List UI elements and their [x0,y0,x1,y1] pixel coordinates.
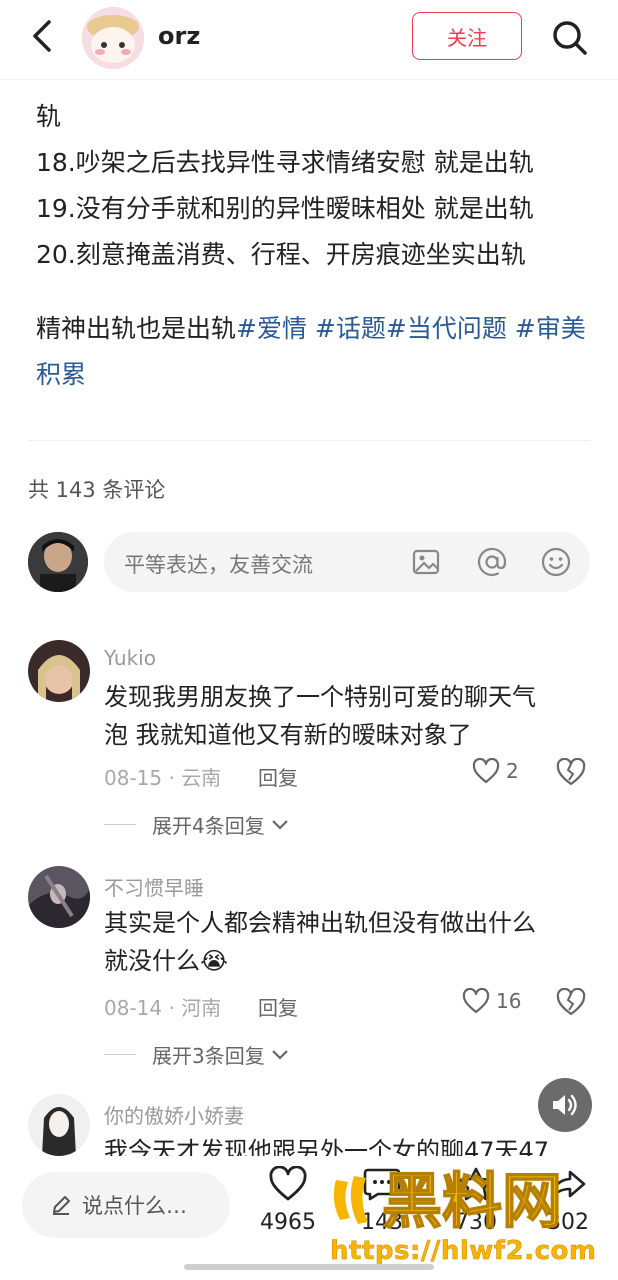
speaker-icon [553,1094,577,1116]
post-line: 20.刻意掩盖消费、行程、开房痕迹坐实出轨 [36,240,526,269]
comment-text-line: 就没什么 [104,947,200,975]
tag-modern-issues[interactable]: #当代问题 [386,314,507,343]
post-line: 轨 [36,102,62,131]
search-icon [553,21,587,55]
heart-icon [462,988,490,1014]
comment-input[interactable]: 平等表达，友善交流 [104,532,590,592]
tag-topic[interactable]: #话题 [315,314,386,343]
comment-username[interactable]: 你的傲娇小娇妻 [104,1100,244,1129]
chevron-down-icon [271,1049,288,1060]
my-avatar [28,532,88,592]
chevron-down-icon [271,819,288,830]
like-button[interactable]: 4965 [248,1165,328,1235]
commenter-avatar[interactable] [28,866,90,928]
reply-button[interactable]: 回复 [258,992,298,1021]
closing-text: 精神出轨也是出轨 [36,314,237,343]
commenter-avatar[interactable] [28,1094,90,1156]
chevron-left-icon [33,20,51,52]
follow-button[interactable]: 关注 [412,12,522,60]
tag-love[interactable]: #爱情 [236,314,307,343]
home-indicator [184,1264,434,1270]
broken-heart-icon [556,757,586,786]
top-bar: orz 关注 [0,0,618,80]
expand-replies-button[interactable]: 展开4条回复 [104,810,291,839]
broken-heart-icon [556,987,586,1016]
expand-replies-label: 展开4条回复 [152,814,265,838]
reply-button[interactable]: 回复 [258,762,298,791]
comment-count: 共 143 条评论 [28,478,166,502]
back-button[interactable] [22,16,62,56]
search-button[interactable] [548,16,592,60]
watermark-logo: 黑料网 [326,1160,608,1238]
comment-username[interactable]: Yukio [104,646,156,670]
expand-line [104,1054,136,1055]
heart-icon [269,1165,307,1201]
like-count: 4965 [260,1210,316,1235]
comment-text: 其实是个人都会精神出轨但没有做出什么 就没什么😭 [104,904,584,980]
post-tags: 精神出轨也是出轨#爱情 #话题#当代问题 #审美积累 [36,306,596,398]
comment-text-line: 其实是个人都会精神出轨但没有做出什么 [104,909,536,937]
mention-icon[interactable] [476,546,508,578]
comment-input-placeholder: 平等表达，友善交流 [124,553,313,577]
comment-text-line: 泡 我就知道他又有新的暧昧对象了 [104,721,472,749]
expand-line [104,824,136,825]
watermark-url: https://hlwf2.com [330,1236,597,1267]
crying-emoji: 😭 [200,947,229,975]
dislike-button[interactable] [556,757,586,788]
author-name[interactable]: orz [158,22,200,50]
sound-toggle-button[interactable] [538,1078,592,1132]
comment-like-button[interactable]: 16 [462,988,521,1014]
heart-icon [472,758,500,784]
comment-like-button[interactable]: 2 [472,758,519,784]
say-something-placeholder: 说点什么… [82,1194,187,1218]
post-line: 18.吵架之后去找异性寻求情绪安慰 就是出轨 [36,148,534,177]
say-something-input[interactable]: 说点什么… [22,1172,230,1238]
comment-meta: 08-15 · 云南 [104,766,222,790]
pencil-icon [53,1196,70,1215]
comment-like-count: 16 [496,989,522,1013]
expand-replies-label: 展开3条回复 [152,1044,265,1068]
comment-text: 发现我男朋友换了一个特别可爱的聊天气 泡 我就知道他又有新的暧昧对象了 [104,678,584,754]
dislike-button[interactable] [556,987,586,1018]
author-avatar[interactable] [82,7,144,69]
commenter-avatar[interactable] [28,640,90,702]
watermark-brand: 黑料网 [382,1167,562,1237]
comment-username[interactable]: 不习惯早睡 [104,872,204,901]
comment-text-line: 发现我男朋友换了一个特别可爱的聊天气 [104,683,536,711]
expand-replies-button[interactable]: 展开3条回复 [104,1040,291,1069]
comment-meta: 08-14 · 河南 [104,996,222,1020]
comment-like-count: 2 [506,759,519,783]
emoji-icon[interactable] [540,546,572,578]
post-body: 轨 18.吵架之后去找异性寻求情绪安慰 就是出轨 19.没有分手就和别的异性暧昧… [36,94,596,278]
post-line: 19.没有分手就和别的异性暧昧相处 就是出轨 [36,194,534,223]
divider [28,440,590,441]
image-icon[interactable] [410,546,442,578]
